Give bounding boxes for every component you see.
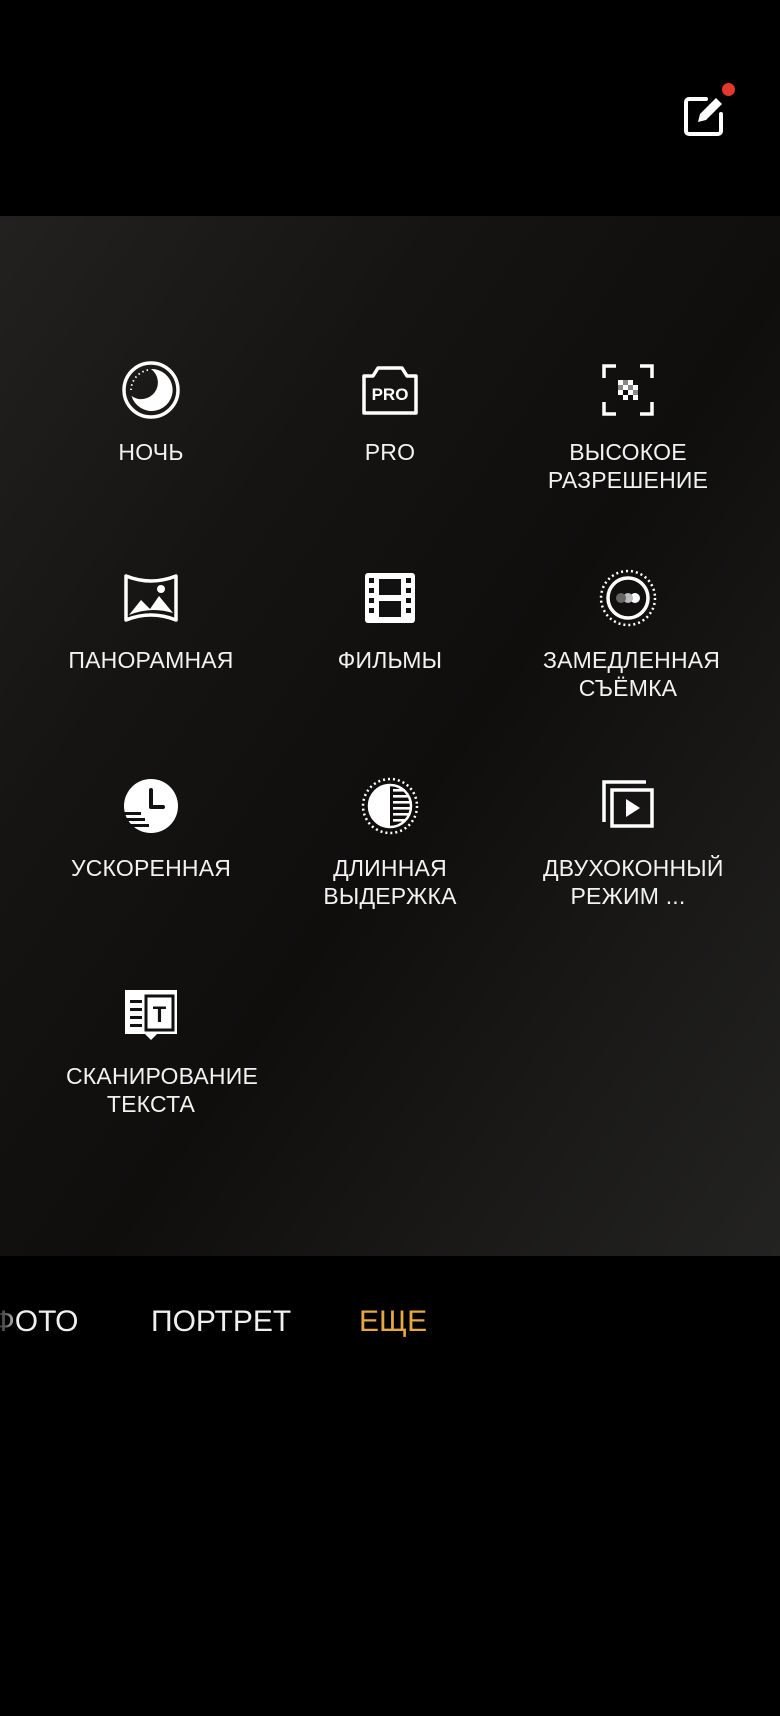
panorama-icon <box>121 568 181 628</box>
tab-portrait[interactable]: ПОРТРЕТ <box>151 1302 291 1342</box>
high-resolution-icon <box>598 360 658 420</box>
time-lapse-icon <box>121 776 181 836</box>
mode-label: ФИЛЬМЫ <box>337 647 443 673</box>
mode-label: СКАНИРОВАНИЕ ТЕКСТА <box>66 1063 259 1117</box>
notification-dot <box>722 83 735 96</box>
tab-photo[interactable]: ФОТО <box>0 1302 78 1342</box>
mode-label: ПАНОРАМНАЯ <box>68 647 234 673</box>
mode-panorama[interactable]: ПАНОРАМНАЯ <box>32 568 270 744</box>
edit-modes-button[interactable] <box>680 92 728 140</box>
text-scanner-icon-letter: T <box>153 1002 167 1027</box>
mode-dual-view-video[interactable]: ДВУХОКОННЫЙ РЕЖИМ ... <box>509 776 747 952</box>
mode-slow-motion[interactable]: ЗАМЕДЛЕННАЯ СЪЁМКА <box>509 568 747 744</box>
mode-night[interactable]: НОЧЬ <box>32 360 270 536</box>
camera-screen: НОЧЬ PRO PRO ВЫСОКОЕ РАЗРЕШЕНИЕ ПАНОРАМН… <box>0 0 780 1716</box>
pro-camera-icon: PRO <box>360 360 420 420</box>
night-mode-icon <box>121 360 181 420</box>
mode-label: ЗАМЕДЛЕННАЯ СЪЁМКА <box>543 647 721 701</box>
mode-pro[interactable]: PRO PRO <box>271 360 509 536</box>
mode-time-lapse[interactable]: УСКОРЕННАЯ <box>32 776 270 952</box>
mode-high-resolution[interactable]: ВЫСОКОЕ РАЗРЕШЕНИЕ <box>509 360 747 536</box>
modes-panel: НОЧЬ PRO PRO ВЫСОКОЕ РАЗРЕШЕНИЕ ПАНОРАМН… <box>0 216 780 1256</box>
mode-movies[interactable]: ФИЛЬМЫ <box>271 568 509 744</box>
text-scanner-icon: T <box>121 984 181 1044</box>
edge-fade <box>0 1302 18 1342</box>
film-icon <box>360 568 420 628</box>
mode-label: PRO <box>364 439 416 465</box>
slow-motion-icon <box>598 568 658 628</box>
mode-long-exposure[interactable]: ДЛИННАЯ ВЫДЕРЖКА <box>271 776 509 952</box>
mode-label: НОЧЬ <box>118 439 184 465</box>
long-exposure-icon <box>360 776 420 836</box>
mode-label: УСКОРЕННАЯ <box>70 855 232 881</box>
mode-label: ДВУХОКОННЫЙ РЕЖИМ ... <box>543 855 724 909</box>
tab-more[interactable]: ЕЩЕ <box>359 1302 427 1342</box>
edit-icon <box>684 97 723 136</box>
mode-text-scanner[interactable]: T СКАНИРОВАНИЕ ТЕКСТА <box>32 984 270 1160</box>
dual-view-video-icon <box>598 776 658 836</box>
pro-icon-text: PRO <box>372 385 409 404</box>
mode-label: ВЫСОКОЕ РАЗРЕШЕНИЕ <box>547 439 709 493</box>
mode-label: ДЛИННАЯ ВЫДЕРЖКА <box>323 855 457 909</box>
